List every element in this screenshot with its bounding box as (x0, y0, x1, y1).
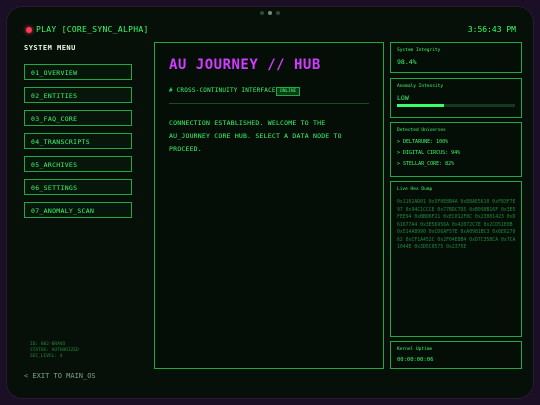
record-dot-icon (26, 27, 32, 33)
kernel-uptime-panel: Kernel Uptime 00:00:00:06 (390, 341, 522, 369)
universe-item-digital-circus[interactable]: > DIGITAL CIRCUS: 94% (397, 150, 460, 156)
hex-dump-panel: Live Hex Dump 0x1102AD01 0x5F0E8B4A 0xB8… (390, 181, 522, 337)
menu-item-anomaly-scan[interactable]: 07_ANOMALY_SCAN (24, 202, 132, 218)
top-bar: PLAY [CORE_SYNC_ALPHA] 3:56:43 PM (6, 22, 534, 40)
system-menu-title: SYSTEM MENU (24, 44, 76, 52)
exit-link[interactable]: < EXIT TO MAIN_OS (24, 372, 96, 380)
menu-item-archives[interactable]: 05_ARCHIVES (24, 156, 132, 172)
sys-info-sec-level: SEC_LEVEL: 4 (30, 354, 63, 359)
universe-item-stellar-core[interactable]: > STELLAR_CORE: 82% (397, 161, 454, 167)
anomaly-intensity-bar-fill (397, 104, 445, 107)
device-frame: PLAY [CORE_SYNC_ALPHA] 3:56:43 PM SYSTEM… (6, 6, 534, 399)
kernel-uptime-value: 00:00:00:06 (397, 357, 434, 363)
hex-dump-text: 0x1102AD01 0x5F0E8B4A 0xB8AE5610 0xF83F7… (397, 200, 516, 250)
divider (169, 103, 369, 104)
kernel-uptime-label: Kernel Uptime (397, 347, 433, 352)
detected-universes-label: Detected Universes (397, 128, 446, 133)
page-dot (276, 11, 280, 15)
clock: 3:56:43 PM (467, 25, 516, 34)
page-dot-active (268, 11, 272, 15)
menu-item-transcripts[interactable]: 04_TRANSCRIPTS (24, 133, 132, 149)
page-indicator (260, 11, 280, 15)
anomaly-intensity-bar (397, 104, 515, 107)
hex-dump-label: Live Hex Dump (397, 187, 433, 192)
detected-universes-panel: Detected Universes > DELTARUNE: 100% > D… (390, 122, 522, 177)
menu-item-faq-core[interactable]: 03_FAQ_CORE (24, 110, 132, 126)
page-title: AU JOURNEY // HUB (169, 57, 321, 73)
universe-item-deltarune[interactable]: > DELTARUNE: 100% (397, 139, 448, 145)
welcome-message: CONNECTION ESTABLISHED. WELCOME TO THE A… (169, 119, 342, 153)
interface-subtitle: # CROSS-CONTINUITY INTERFACE (169, 87, 276, 94)
menu-item-settings[interactable]: 06_SETTINGS (24, 179, 132, 195)
menu-item-overview[interactable]: 01_OVERVIEW (24, 64, 132, 80)
anomaly-intensity-panel: Anomaly Intensity LOW (390, 78, 522, 118)
anomaly-intensity-label: Anomaly Intensity (397, 84, 444, 89)
system-integrity-label: System Integrity (397, 48, 441, 53)
system-info: ID: 882-BRAVO STATUS: AUTHORIZED SEC_LEV… (30, 342, 79, 360)
main-panel: AU JOURNEY // HUB # CROSS-CONTINUITY INT… (154, 42, 384, 369)
page-dot (260, 11, 264, 15)
anomaly-intensity-value: LOW (397, 94, 409, 102)
system-integrity-value: 98.4% (397, 58, 417, 66)
menu-item-entities[interactable]: 02_ENTITIES (24, 87, 132, 103)
status-badge: ONLINE (276, 87, 301, 96)
system-integrity-panel: System Integrity 98.4% (390, 42, 522, 73)
play-label[interactable]: PLAY [CORE_SYNC_ALPHA] (36, 25, 149, 34)
